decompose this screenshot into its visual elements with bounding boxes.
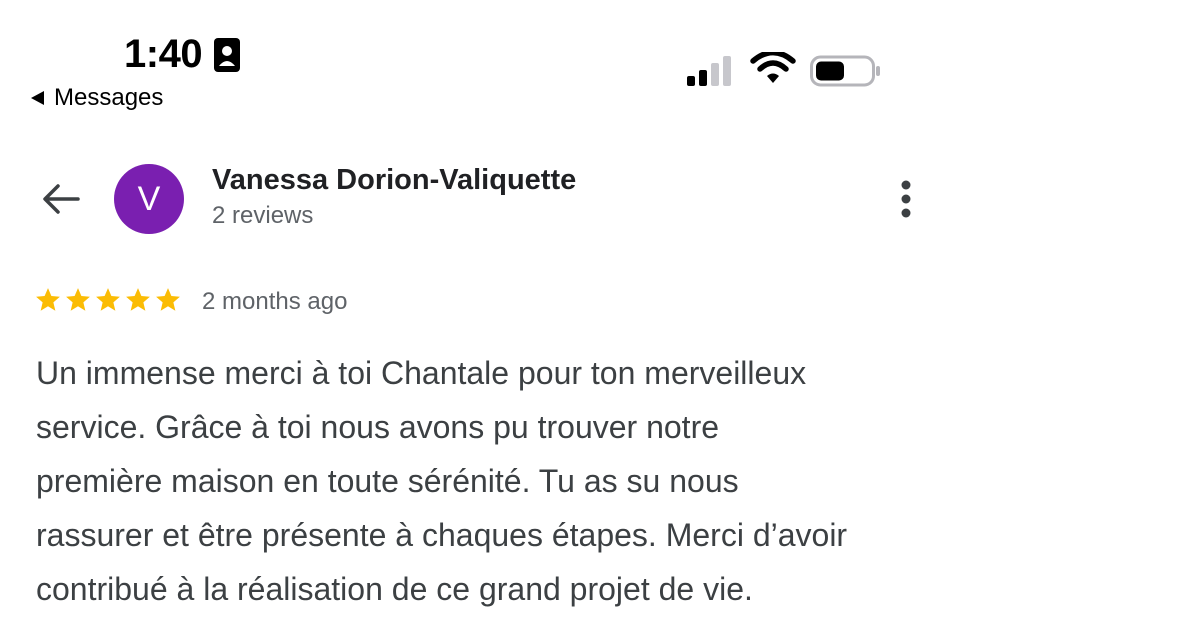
review-text: Un immense merci à toi Chantale pour ton… — [36, 346, 976, 616]
review-text-line: service. Grâce à toi nous avons pu trouv… — [36, 409, 720, 445]
more-vert-icon[interactable] — [890, 178, 922, 220]
star-icon — [66, 288, 90, 311]
review-text-line: première maison en toute sérénité. Tu as… — [36, 463, 739, 499]
review-text-line: Un immense merci à toi Chantale pour ton… — [36, 355, 807, 391]
star-icon — [126, 288, 150, 311]
star-icon — [96, 288, 120, 311]
star-icon — [156, 288, 180, 311]
review-text-line: contribué à la réalisation de ce grand p… — [36, 571, 753, 607]
back-arrow-icon[interactable] — [38, 176, 84, 222]
status-time: 1:40 — [124, 32, 203, 76]
battery-icon — [810, 55, 880, 87]
wifi-icon — [750, 52, 796, 83]
avatar[interactable]: V — [114, 164, 184, 234]
back-triangle-icon — [31, 91, 44, 105]
contact-card-icon — [214, 38, 240, 72]
star-rating — [34, 286, 182, 314]
review-date: 2 months ago — [202, 288, 348, 315]
back-to-messages-label: Messages — [54, 84, 164, 111]
review-count: 2 reviews — [212, 202, 314, 229]
back-to-messages-link[interactable]: Messages — [28, 84, 163, 112]
star-icon — [36, 288, 60, 311]
signal-icon — [687, 56, 731, 86]
review-text-line: rassurer et être présente à chaques étap… — [36, 517, 848, 553]
reviewer-name[interactable]: Vanessa Dorion-Valiquette — [212, 164, 576, 197]
